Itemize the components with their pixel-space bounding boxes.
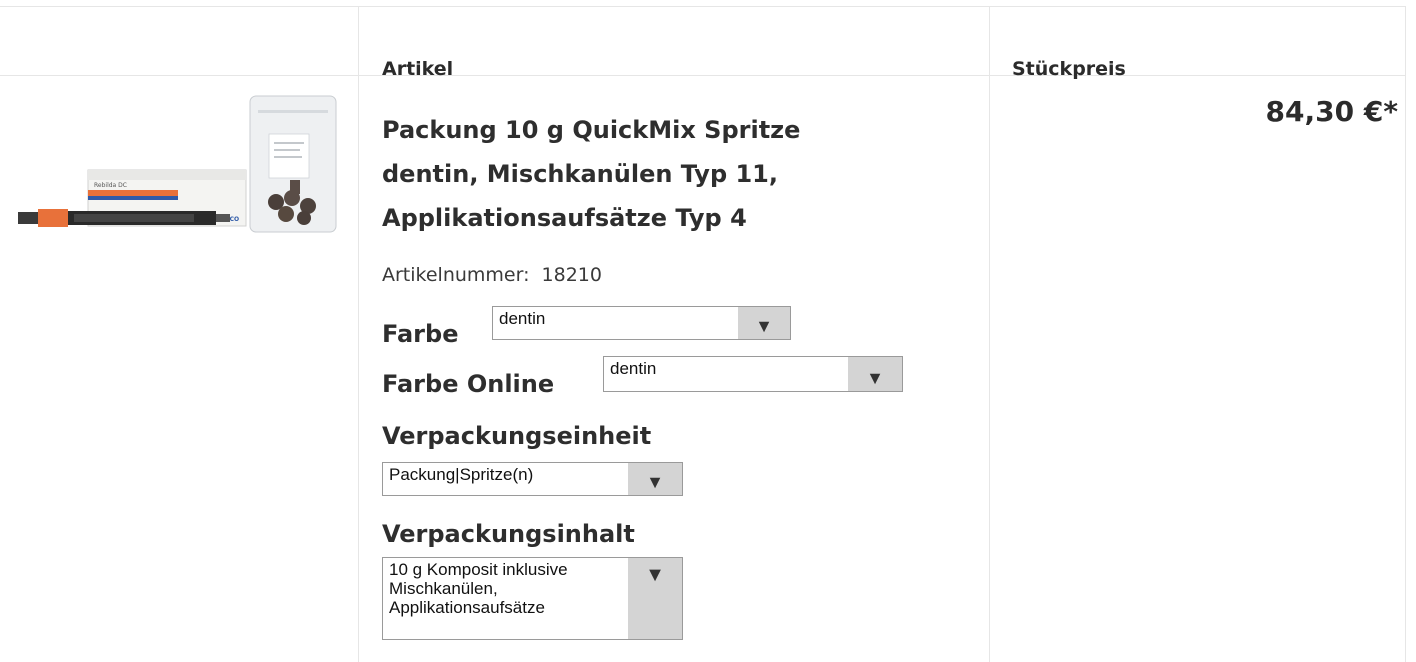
option-label-color: Farbe [382, 320, 459, 348]
article-number-row: Artikelnummer: 18210 [382, 264, 602, 286]
product-title-line: Packung 10 g QuickMix Spritze [382, 116, 801, 144]
option-label-packaging-unit: Verpackungseinheit [382, 422, 652, 450]
column-header-article: Artikel [382, 58, 454, 80]
cart-table: Artikel Stückpreis Rebilda DC VOCO Packu… [0, 0, 1416, 662]
triangle-down-icon: ▼ [738, 307, 790, 339]
color-select-value: dentin [499, 309, 546, 328]
triangle-down-icon: ▼ [848, 357, 902, 391]
color-online-select-value: dentin [610, 359, 657, 378]
product-title[interactable]: Packung 10 g QuickMix Spritze dentin, Mi… [382, 108, 922, 240]
product-title-line: Applikationsaufsätze Typ 4 [382, 204, 747, 232]
article-number-value: 18210 [541, 264, 602, 286]
column-header-unit-price: Stückpreis [1012, 58, 1126, 80]
unit-price: 84,30 €* [1265, 95, 1398, 128]
syringe-shape [18, 212, 38, 224]
packaging-content-select-value: 10 g Komposit inklusive Mischkanülen, Ap… [389, 560, 568, 617]
triangle-down-icon: ▼ [628, 463, 682, 495]
product-title-line: dentin, Mischkanülen Typ 11, [382, 160, 778, 188]
triangle-down-icon: ▼ [628, 558, 682, 639]
table-right-border [1405, 6, 1406, 662]
packaging-unit-select-value: Packung|Spritze(n) [389, 465, 534, 484]
packaging-unit-select[interactable]: Packung|Spritze(n) ▼ [382, 462, 683, 496]
option-label-color-online: Farbe Online [382, 370, 555, 398]
color-online-select[interactable]: dentin ▼ [603, 356, 903, 392]
column-divider-2 [989, 6, 990, 662]
svg-text:Rebilda DC: Rebilda DC [94, 182, 127, 189]
table-top-border [0, 6, 1406, 7]
product-image[interactable]: Rebilda DC VOCO [14, 94, 340, 236]
packaging-content-select[interactable]: 10 g Komposit inklusive Mischkanülen, Ap… [382, 557, 683, 640]
header-bottom-border [0, 75, 1406, 76]
color-select[interactable]: dentin ▼ [492, 306, 791, 340]
column-divider-1 [358, 6, 359, 662]
article-number-label: Artikelnummer: [382, 264, 530, 286]
option-label-packaging-content: Verpackungsinhalt [382, 520, 635, 548]
